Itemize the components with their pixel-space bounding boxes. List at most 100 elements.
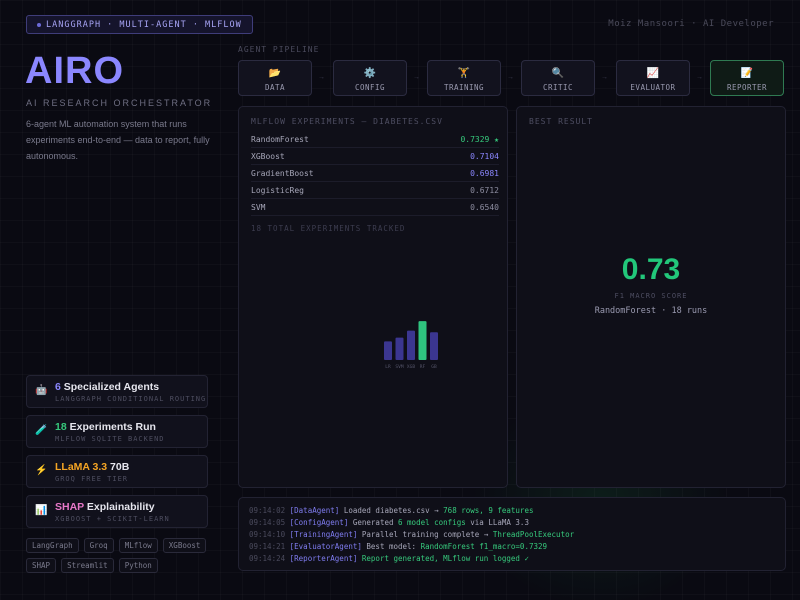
gear-icon: ⚙️ [363,68,377,79]
step-label: REPORTER [726,83,768,92]
tag: Groq [83,538,114,553]
log-agent: [TrainingAgent] [289,530,358,539]
mini-bar-chart: LR SVM XGB RF GB [384,321,438,370]
tag: MLflow [118,538,158,553]
log-time: 09:14:05 [249,518,286,527]
table-row: SVM 0.6540 [251,199,499,216]
dumbbell-icon: 🏋 [457,68,471,79]
bar-label: LR [385,364,391,370]
log-time: 09:14:21 [249,542,286,551]
step-label: TRAINING [443,83,485,92]
stat-subtitle: LANGGRAPH CONDITIONAL ROUTING [55,395,207,403]
arrow-right-icon: → [318,74,325,81]
model-name: RandomForest [251,135,309,144]
arrow-right-icon: → [413,74,420,81]
stat-value: SHAP [55,501,84,513]
log-agent: [DataAgent] [289,506,340,515]
arrow-right-icon: → [507,74,514,81]
stat-value: 18 [55,421,67,433]
bar-svm [395,337,404,360]
line-chart-icon: 📈 [646,68,660,79]
table-row: LogisticReg 0.6712 [251,182,499,199]
log-time: 09:14:02 [249,506,286,515]
tag: SHAP [26,558,57,573]
log-message: Loaded diabetes.csv → [339,506,444,515]
robot-icon: 🤖 [35,385,48,396]
model-score: 0.7329 ★ [460,135,499,144]
badge-text: LANGGRAPH · MULTI-AGENT · MLFLOW [46,19,242,30]
model-name: XGBoost [251,152,285,161]
flask-icon: 🧪 [35,425,48,436]
pipeline-step-critic[interactable]: 🔍 CRITIC [521,60,595,96]
best-score: 0.73 [621,253,681,286]
panel-title: BEST RESULT [529,117,593,126]
tag: Streamlit [61,558,114,573]
brand-subtitle: AI RESEARCH ORCHESTRATOR [26,98,213,108]
author-credit: Moiz Mansoori · AI Developer [608,19,774,29]
log-line: 09:14:21 [EvaluatorAgent] Best model: Ra… [249,542,547,551]
log-message: Parallel training complete → [357,530,493,539]
log-message: Generated [348,518,399,527]
stat-card-explainability: 📊 SHAP Explainability XGBOOST + SCIKIT-L… [26,495,208,528]
model-score: 0.6712 [470,186,499,195]
stat-value: LLaMA 3.3 [55,461,108,473]
table-row: GradientBoost 0.6981 [251,165,499,182]
log-rest: via LLaMA 3.3 [465,518,529,527]
log-time: 09:14:10 [249,530,286,539]
bar-label: SVM [395,364,403,370]
log-highlight: Report generated, MLflow run logged ✓ [361,554,529,563]
pipeline-step-data[interactable]: 📂 DATA [238,60,312,96]
experiments-total: 18 TOTAL EXPERIMENTS TRACKED [251,224,406,233]
stat-value: 6 [55,381,61,393]
tag: XGBoost [162,538,207,553]
pipeline-step-evaluator[interactable]: 📈 EVALUATOR [616,60,690,96]
step-label: EVALUATOR [630,83,676,92]
stat-subtitle: GROQ FREE TIER [55,475,129,483]
model-name: SVM [251,203,266,212]
pipeline-step-config[interactable]: ⚙️ CONFIG [333,60,407,96]
experiments-panel: MLFLOW EXPERIMENTS — DIABETES.CSV Random… [238,106,508,488]
log-agent: [ConfigAgent] [289,518,349,527]
stat-label: 70B [110,461,130,473]
log-highlight: 6 model configs [398,518,466,527]
log-agent: [EvaluatorAgent] [289,542,362,551]
log-line: 09:14:05 [ConfigAgent] Generated 6 model… [249,518,529,527]
best-metric: F1 MACRO SCORE [614,292,688,300]
brand-description: 6-agent ML automation system that runs e… [26,119,210,161]
log-line: 09:14:02 [DataAgent] Loaded diabetes.csv… [249,506,533,515]
model-score: 0.6540 [470,203,499,212]
step-label: CRITIC [542,83,574,92]
bar-xgb [407,330,415,360]
log-highlight: ThreadPoolExecutor [492,530,575,539]
tech-tags: LangGraph Groq MLflow XGBoost SHAP Strea… [26,538,216,573]
table-row: XGBoost 0.7104 [251,148,499,165]
header-badge: LANGGRAPH · MULTI-AGENT · MLFLOW [26,15,253,34]
arrow-right-icon: → [696,74,703,81]
bar-label: GB [431,364,437,370]
magnifier-icon: 🔍 [551,68,565,79]
log-highlight: RandomForest f1_macro=0.7329 [420,542,548,551]
step-label: DATA [264,83,286,92]
lightning-icon: ⚡ [35,465,48,476]
bar-lr [384,341,392,360]
stat-card-agents: 🤖 6 Specialized Agents LANGGRAPH CONDITI… [26,375,208,408]
pipeline-step-reporter[interactable]: 📝 REPORTER [710,60,784,96]
memo-icon: 📝 [740,68,754,79]
arrow-right-icon: → [601,74,608,81]
pipeline-step-training[interactable]: 🏋 TRAINING [427,60,501,96]
pipeline-label: AGENT PIPELINE [238,45,320,54]
stat-card-llm: ⚡ LLaMA 3.3 70B GROQ FREE TIER [26,455,208,488]
activity-log-panel: 09:14:02 [DataAgent] Loaded diabetes.csv… [238,497,786,571]
tag: LangGraph [26,538,79,553]
badge-dot-icon [37,22,41,27]
best-result-panel: BEST RESULT 0.73 F1 MACRO SCORE RandomFo… [516,106,786,488]
bar-label: RF [420,364,426,370]
bar-label: XGB [407,364,415,370]
log-time: 09:14:24 [249,554,286,563]
folder-icon: 📂 [268,68,282,79]
stat-label: Specialized Agents [63,381,160,393]
panel-title: MLFLOW EXPERIMENTS — DIABETES.CSV [251,117,443,126]
log-line: 09:14:24 [ReporterAgent] Report generate… [249,554,529,563]
chart-icon: 📊 [35,505,48,516]
log-line: 09:14:10 [TrainingAgent] Parallel traini… [249,530,574,539]
